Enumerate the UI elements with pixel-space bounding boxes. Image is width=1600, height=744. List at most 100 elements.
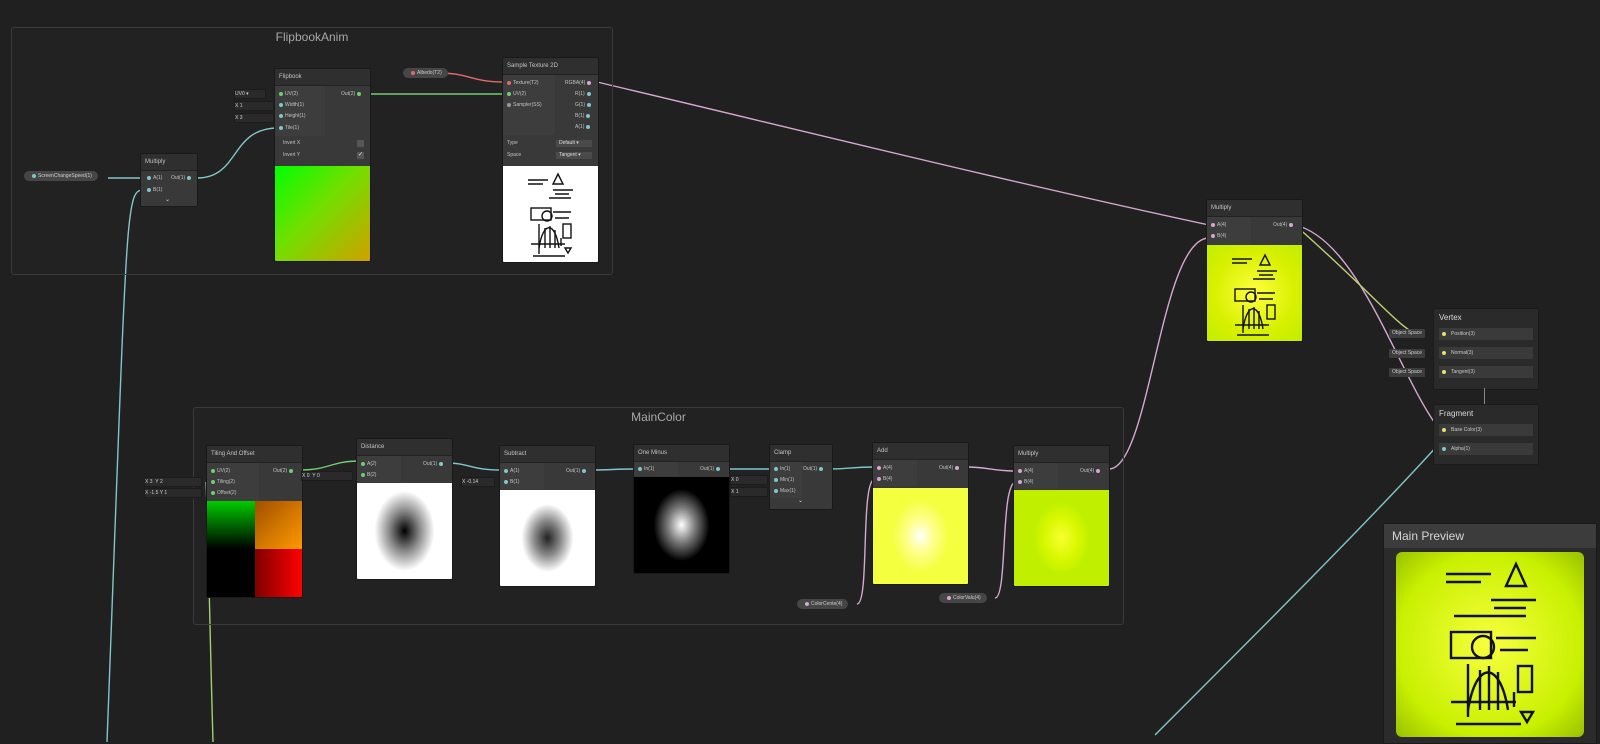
input-port-offset[interactable]: Offset(2)	[209, 489, 236, 497]
input-port-tiling[interactable]: Tiling(2)	[209, 478, 235, 486]
input-port-uv[interactable]: UV(2)	[505, 90, 526, 98]
chevron-down-icon[interactable]: ⌄	[165, 196, 170, 203]
uv-channel-dropdown[interactable]: UV0 ▾	[234, 89, 266, 99]
property-color-value[interactable]: ColorValu(4)	[939, 593, 987, 603]
property-screen-change-speed[interactable]: ScreenChangeSpeed(1)	[24, 171, 98, 181]
output-port[interactable]: Out(1)	[803, 465, 825, 473]
output-port[interactable]: Out(2)	[273, 467, 295, 475]
type-dropdown[interactable]: Default ▾	[556, 140, 592, 147]
fragment-block[interactable]: Fragment Base Color(3) Alpha(1)	[1433, 404, 1539, 465]
output-port[interactable]: Out(1)	[171, 174, 193, 182]
node-subtract[interactable]: Subtract A(1) B(1) Out(1)	[499, 445, 596, 587]
node-title: One Minus	[634, 445, 729, 462]
input-port-texture[interactable]: Texture(T2)	[505, 79, 539, 87]
input-port-in[interactable]: In(1)	[636, 465, 654, 473]
input-port-uv[interactable]: UV(2)	[209, 467, 230, 475]
input-port-b[interactable]: B(1)	[145, 186, 162, 194]
height-field[interactable]: X 3	[234, 113, 274, 123]
node-clamp[interactable]: Clamp In(1) Min(1) Max(1) Out(1) ⌄	[769, 444, 833, 510]
invert-x-label: Invert X	[283, 140, 301, 146]
node-one-minus[interactable]: One Minus In(1) Out(1)	[633, 444, 730, 574]
input-port-a[interactable]: A(1)	[502, 467, 519, 475]
property-label: ScreenChangeSpeed(1)	[38, 173, 92, 179]
main-preview-panel[interactable]: Main Preview	[1383, 523, 1597, 744]
input-port-a[interactable]: A(1)	[145, 174, 162, 182]
output-port[interactable]: Out(2)	[341, 90, 363, 98]
width-field[interactable]: X 1	[234, 101, 274, 111]
fragment-slot-alpha[interactable]: Alpha(1)	[1439, 443, 1533, 455]
subtract-b-field[interactable]: X -0.14	[461, 477, 495, 487]
node-add[interactable]: Add A(4) B(4) Out(4)	[872, 442, 969, 585]
node-multiply-texture[interactable]: Multiply A(4) B(4) Out(4)	[1206, 199, 1303, 342]
input-port-uv[interactable]: UV(2)	[277, 90, 298, 98]
sketch-texture-icon	[1232, 253, 1277, 336]
vertex-slot-normal[interactable]: Normal(3)	[1439, 347, 1533, 359]
output-port-r[interactable]: R(1)	[575, 90, 593, 98]
normal-space-tag[interactable]: Object Space	[1389, 349, 1426, 358]
output-port-a[interactable]: A(1)	[575, 123, 592, 131]
main-preview-title: Main Preview	[1384, 524, 1596, 548]
input-port-b[interactable]: B(1)	[502, 478, 519, 486]
input-port-b[interactable]: B(2)	[359, 471, 376, 479]
sketch-texture-icon	[1446, 561, 1536, 726]
output-port[interactable]: Out(1)	[700, 465, 722, 473]
tiling-field[interactable]: X 3 Y 2	[144, 477, 202, 487]
node-distance[interactable]: Distance A(2) B(2) Out(1)	[356, 438, 453, 580]
node-title: Subtract	[500, 446, 595, 463]
fragment-slot-base-color[interactable]: Base Color(3)	[1439, 424, 1533, 436]
input-port-b[interactable]: B(4)	[875, 475, 892, 483]
node-sample-texture-2d[interactable]: Sample Texture 2D Texture(T2) UV(2) Samp…	[502, 57, 599, 263]
distance-b-field[interactable]: X 0 Y 0	[301, 471, 353, 481]
input-port-a[interactable]: A(2)	[359, 460, 376, 468]
node-tiling-and-offset[interactable]: Tiling And Offset UV(2) Tiling(2) Offset…	[206, 445, 303, 598]
node-multiply-color[interactable]: Multiply A(4) B(4) Out(4)	[1013, 445, 1110, 587]
node-title: Clamp	[770, 445, 832, 462]
vertex-slot-tangent[interactable]: Tangent(3)	[1439, 366, 1533, 378]
clamp-min-field[interactable]: X 0	[730, 475, 768, 485]
sketch-texture-icon	[528, 172, 573, 257]
space-dropdown[interactable]: Tangent ▾	[556, 152, 592, 159]
property-label: ColorValu(4)	[953, 595, 981, 601]
output-port-b[interactable]: B(1)	[575, 112, 592, 120]
output-port[interactable]: Out(4)	[939, 464, 961, 472]
output-port-rgba[interactable]: RGBA(4)	[565, 79, 593, 87]
tangent-space-tag[interactable]: Object Space	[1389, 368, 1426, 377]
main-preview-render[interactable]	[1396, 552, 1584, 737]
offset-field[interactable]: X -1.5 Y 1	[144, 488, 202, 498]
tiling-preview-quad-tr	[255, 501, 302, 549]
invert-x-checkbox[interactable]	[357, 140, 364, 147]
node-multiply-tile[interactable]: Multiply A(1) B(1) Out(1) ⌄	[140, 153, 198, 207]
output-port-g[interactable]: G(1)	[575, 101, 593, 109]
property-label: ColorCente(4)	[811, 601, 843, 607]
input-port-height[interactable]: Height(1)	[277, 112, 306, 120]
property-albedo[interactable]: Albedo(T2)	[403, 68, 448, 78]
input-port-a[interactable]: A(4)	[1209, 221, 1226, 229]
invert-y-checkbox[interactable]: ✓	[357, 152, 364, 159]
input-port-sampler[interactable]: Sampler(SS)	[505, 101, 542, 109]
node-flipbook[interactable]: Flipbook UV(2) Width(1) Height(1) Tile(1…	[274, 68, 371, 262]
input-port-b[interactable]: B(4)	[1016, 478, 1033, 486]
invert-y-label: Invert Y	[283, 152, 301, 158]
port-dot-icon	[32, 173, 36, 178]
chevron-down-icon[interactable]: ⌄	[798, 497, 803, 504]
output-port[interactable]: Out(1)	[423, 460, 445, 468]
vertex-block[interactable]: Vertex Position(3) Normal(3) Tangent(3)	[1433, 308, 1539, 390]
input-port-min[interactable]: Min(1)	[772, 476, 794, 484]
position-space-tag[interactable]: Object Space	[1389, 329, 1426, 338]
output-port[interactable]: Out(1)	[566, 467, 588, 475]
clamp-max-field[interactable]: X 1	[730, 487, 768, 497]
output-port[interactable]: Out(4)	[1273, 221, 1295, 229]
input-port-width[interactable]: Width(1)	[277, 101, 304, 109]
input-port-a[interactable]: A(4)	[875, 464, 892, 472]
input-port-tile[interactable]: Tile(1)	[277, 124, 299, 132]
output-port[interactable]: Out(4)	[1080, 467, 1102, 475]
input-port-max[interactable]: Max(1)	[772, 487, 796, 495]
input-port-a[interactable]: A(4)	[1016, 467, 1033, 475]
subtract-preview	[500, 490, 595, 586]
vertex-slot-position[interactable]: Position(3)	[1439, 328, 1533, 340]
tiling-preview-quad-tl	[207, 501, 255, 549]
input-port-in[interactable]: In(1)	[772, 465, 790, 473]
node-title: Add	[873, 443, 968, 460]
property-color-center[interactable]: ColorCente(4)	[797, 599, 849, 609]
input-port-b[interactable]: B(4)	[1209, 232, 1226, 240]
